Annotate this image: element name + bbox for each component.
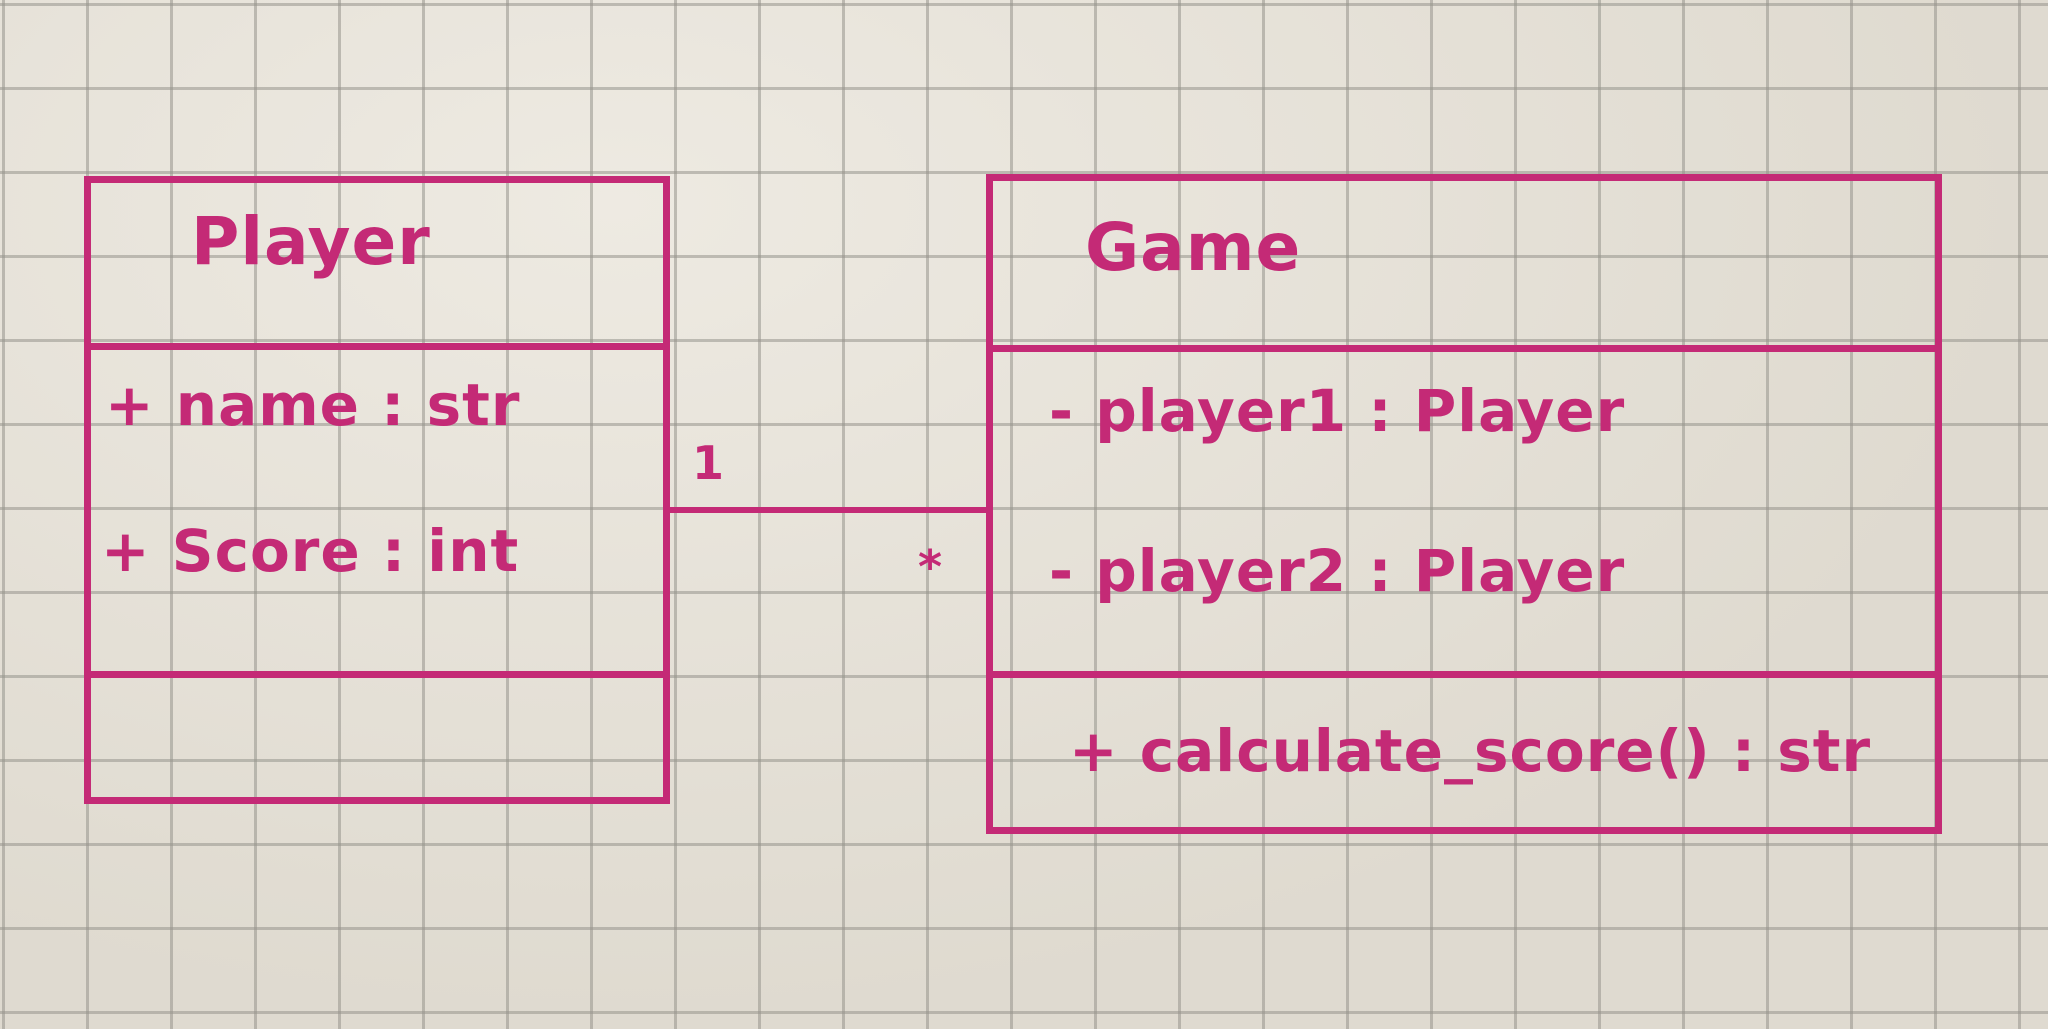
player-class-name: Player	[191, 203, 431, 280]
game-methods-divider	[993, 671, 1935, 678]
association-line	[670, 507, 988, 513]
player-methods-divider	[91, 671, 663, 678]
player-multiplicity: 1	[692, 436, 725, 490]
game-attribute-player2: - player2 : Player	[1049, 537, 1626, 605]
game-class-box: Game - player1 : Player - player2 : Play…	[986, 174, 1942, 834]
player-name-divider	[91, 343, 663, 350]
game-method-calculate-score: + calculate_score() : str	[1069, 717, 1872, 785]
player-attribute-score: + Score : int	[101, 517, 520, 585]
player-attribute-name: + name : str	[105, 371, 521, 439]
game-attribute-player1: - player1 : Player	[1049, 377, 1626, 445]
player-class-box: Player + name : str + Score : int	[84, 176, 670, 804]
game-class-name: Game	[1085, 209, 1302, 286]
game-name-divider	[993, 345, 1935, 352]
game-multiplicity: *	[918, 540, 943, 594]
